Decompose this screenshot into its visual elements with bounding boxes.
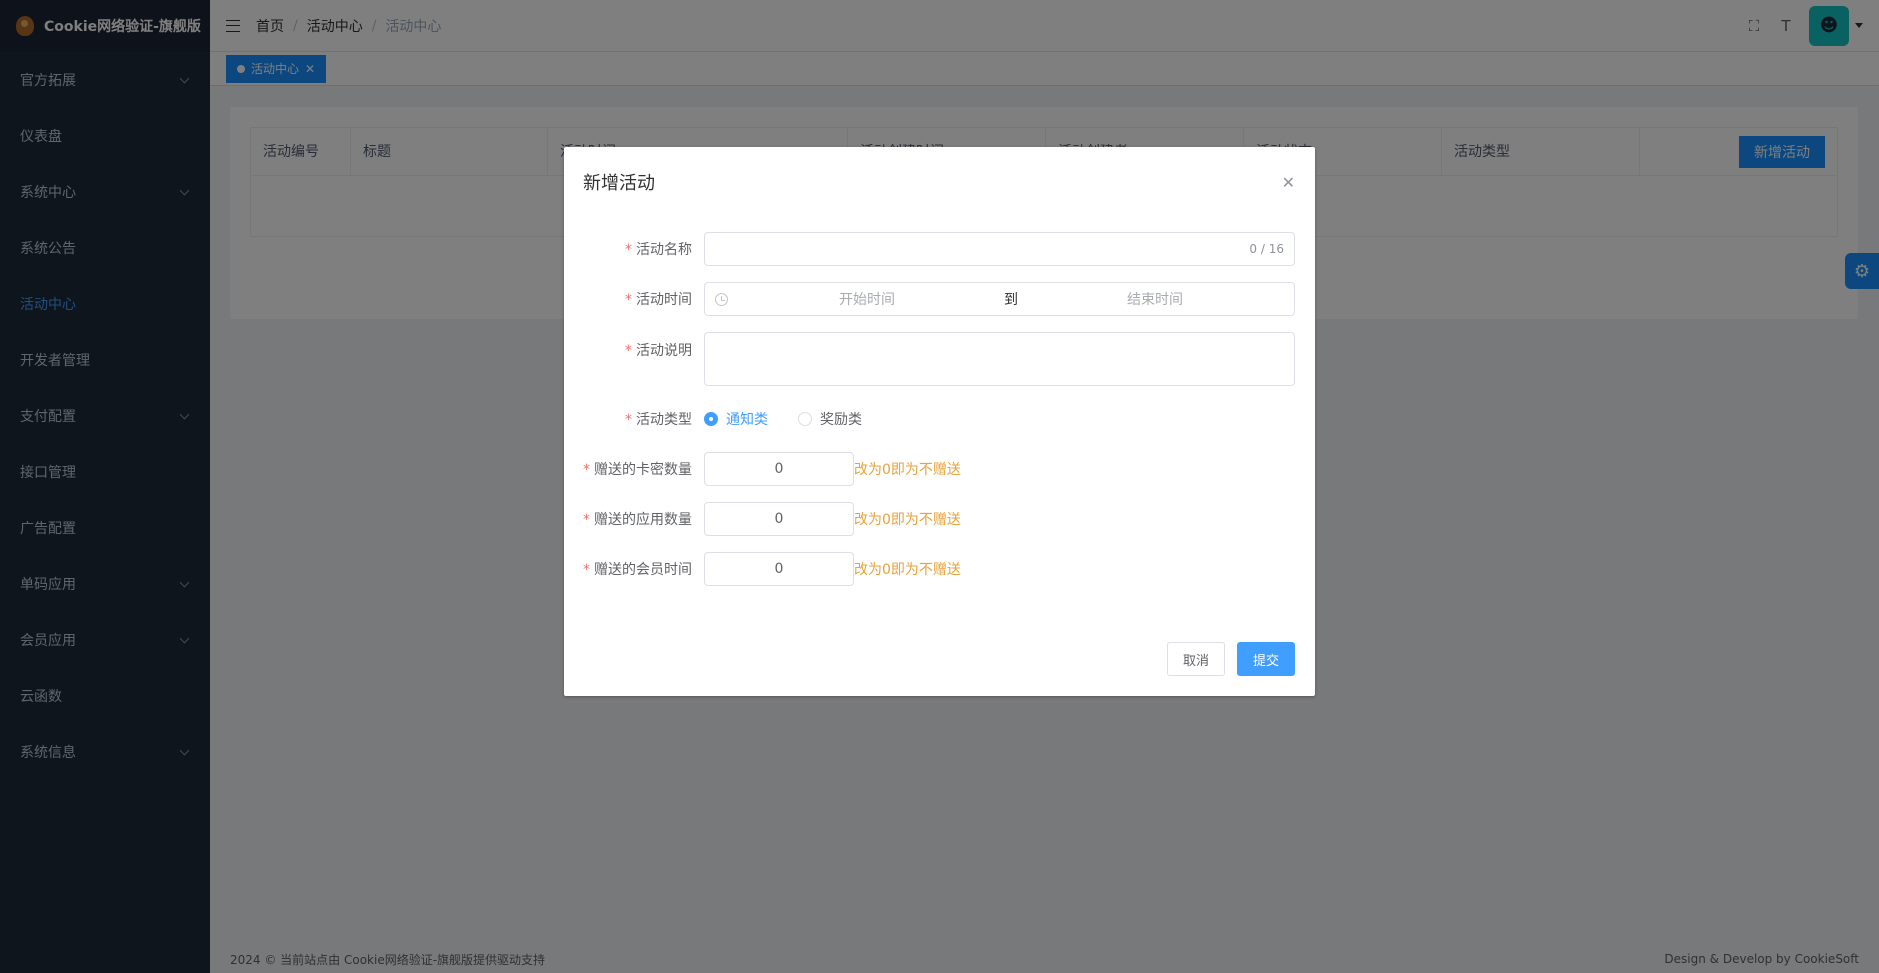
form-row-time: * 活动时间 开始时间 到 结束时间 [564,282,1295,316]
form-row-name: * 活动名称 0 / 16 [564,232,1295,266]
form-row-vip-time: * 赠送的会员时间 0 改为0即为不赠送 [564,552,961,586]
card-count-input[interactable]: 0 [704,452,854,486]
label-text: 活动时间 [636,292,692,308]
form-row-type: * 活动类型 通知类 奖励类 [564,402,892,436]
radio-label: 通知类 [726,412,768,428]
form-row-app-count: * 赠送的应用数量 0 改为0即为不赠送 [564,502,961,536]
dialog-header: 新增活动 ✕ [564,147,1315,207]
add-activity-dialog: 新增活动 ✕ * 活动名称 0 / 16 * 活动时间 开始时间 到 结束时间 * 活… [564,147,1315,696]
label-text: 活动名称 [636,242,692,258]
submit-button[interactable]: 提交 [1236,642,1295,676]
activity-time-range-picker[interactable]: 开始时间 到 结束时间 [704,282,1295,316]
radio-label: 奖励类 [820,412,862,428]
app-count-input[interactable]: 0 [704,502,854,536]
required-mark: * [583,512,590,528]
required-mark: * [625,242,632,258]
required-mark: * [625,343,632,359]
cancel-button[interactable]: 取消 [1166,642,1225,676]
form-label: * 活动时间 [564,289,704,309]
activity-description-textarea[interactable] [704,332,1295,386]
clock-icon [715,292,728,306]
required-mark: * [583,562,590,578]
close-icon[interactable]: ✕ [1282,173,1295,192]
start-time-placeholder[interactable]: 开始时间 [738,289,996,309]
activity-name-input[interactable]: 0 / 16 [704,232,1295,266]
card-count-hint: 改为0即为不赠送 [854,462,961,478]
dialog-title: 新增活动 [583,173,655,194]
form-row-desc: * 活动说明 [564,332,1295,386]
end-time-placeholder[interactable]: 结束时间 [1026,289,1284,309]
form-label: * 活动类型 [564,409,704,429]
dialog-footer: 取消 提交 [1166,642,1295,676]
form-label: * 赠送的卡密数量 [564,459,704,479]
form-label: * 活动说明 [564,332,704,360]
radio-unchecked-icon [798,412,812,426]
required-mark: * [625,412,632,428]
label-text: 赠送的卡密数量 [594,462,692,478]
form-label: * 赠送的会员时间 [564,559,704,579]
char-counter: 0 / 16 [1249,242,1284,256]
form-label: * 赠送的应用数量 [564,509,704,529]
radio-notice[interactable]: 通知类 [704,409,768,429]
form-label: * 活动名称 [564,239,704,259]
label-text: 赠送的会员时间 [594,562,692,578]
label-text: 活动说明 [636,343,692,359]
required-mark: * [625,292,632,308]
range-separator: 到 [1004,292,1018,308]
vip-time-hint: 改为0即为不赠送 [854,562,961,578]
label-text: 赠送的应用数量 [594,512,692,528]
radio-reward[interactable]: 奖励类 [798,409,862,429]
radio-checked-icon [704,412,718,426]
label-text: 活动类型 [636,412,692,428]
required-mark: * [583,462,590,478]
vip-time-input[interactable]: 0 [704,552,854,586]
app-count-hint: 改为0即为不赠送 [854,512,961,528]
form-row-card-count: * 赠送的卡密数量 0 改为0即为不赠送 [564,452,961,486]
